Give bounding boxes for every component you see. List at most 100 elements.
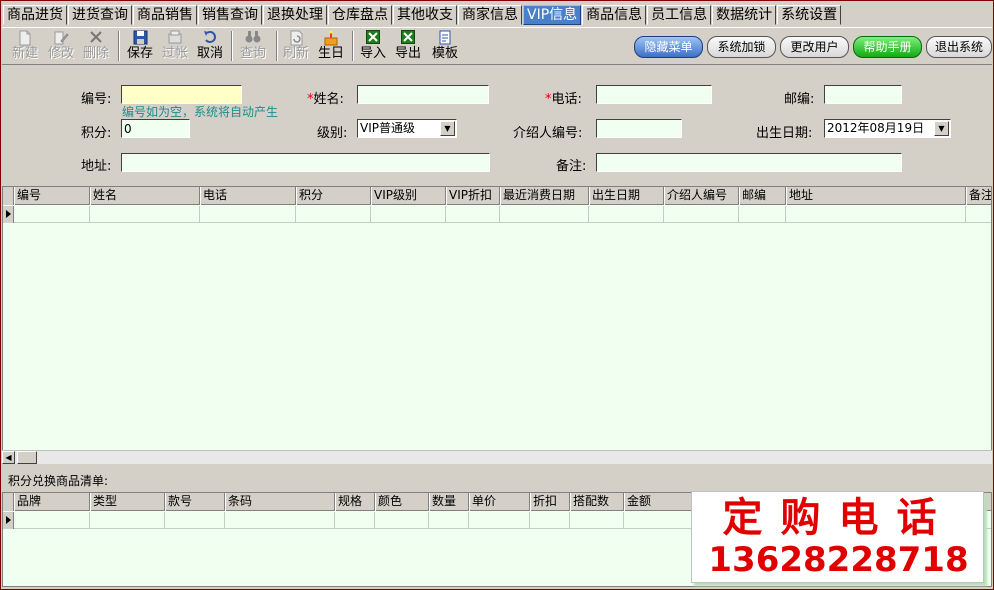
tab-purchase[interactable]: 商品进货 [3, 5, 67, 25]
col-header[interactable]: 品牌 [14, 493, 90, 511]
col-header[interactable]: 金额 [624, 493, 694, 511]
table-cell[interactable] [664, 206, 739, 223]
tab-returns[interactable]: 退换处理 [263, 5, 327, 25]
remark-field[interactable] [596, 153, 902, 172]
delete-button[interactable]: 删除 [81, 30, 111, 64]
tab-merchant-info[interactable]: 商家信息 [458, 5, 522, 25]
tab-sales-query[interactable]: 销售查询 [198, 5, 262, 25]
col-header[interactable]: 介绍人编号 [664, 187, 739, 205]
level-select[interactable]: VIP普通级 ▼ [357, 119, 457, 138]
table-cell[interactable] [966, 206, 991, 223]
table-cell[interactable] [90, 206, 200, 223]
table-cell[interactable] [530, 512, 570, 529]
tab-vip-info[interactable]: VIP信息 [523, 5, 582, 25]
table-cell[interactable] [500, 206, 589, 223]
table-cell[interactable] [14, 206, 90, 223]
tab-settings[interactable]: 系统设置 [777, 5, 842, 25]
col-header[interactable]: 类型 [90, 493, 165, 511]
delete-x-icon [81, 30, 111, 47]
table-cell[interactable] [570, 512, 624, 529]
tab-staff-info[interactable]: 员工信息 [647, 5, 712, 25]
col-header[interactable]: 最近消费日期 [500, 187, 589, 205]
zip-field[interactable] [824, 85, 902, 104]
row-pointer-icon [6, 210, 11, 218]
template-button[interactable]: 模板 [429, 30, 461, 64]
table-row[interactable] [3, 206, 991, 223]
import-button[interactable]: 导入 [358, 30, 388, 64]
table-cell[interactable] [200, 206, 296, 223]
col-header[interactable]: 地址 [786, 187, 966, 205]
new-button[interactable]: 新建 [10, 30, 40, 64]
system-lock-button[interactable]: 系统加锁 [707, 36, 776, 58]
table-cell[interactable] [739, 206, 786, 223]
chevron-down-icon[interactable]: ▼ [934, 121, 949, 136]
address-field[interactable] [121, 153, 490, 172]
col-header[interactable]: 数量 [429, 493, 469, 511]
table-cell[interactable] [90, 512, 165, 529]
toolbar-separator [118, 31, 120, 61]
col-header[interactable]: 规格 [335, 493, 375, 511]
export-button[interactable]: 导出 [393, 30, 423, 64]
tab-other-income[interactable]: 其他收支 [393, 5, 457, 25]
table-cell[interactable] [225, 512, 335, 529]
scroll-left-icon[interactable]: ◀ [2, 451, 15, 464]
col-header[interactable]: 款号 [165, 493, 225, 511]
table-cell[interactable] [429, 512, 469, 529]
table-cell[interactable] [14, 512, 90, 529]
points-field[interactable] [121, 119, 190, 138]
referrer-field[interactable] [596, 119, 682, 138]
col-header[interactable]: 积分 [296, 187, 371, 205]
col-header[interactable]: 搭配数 [570, 493, 624, 511]
tab-product-info[interactable]: 商品信息 [582, 5, 647, 25]
phone-field[interactable] [596, 85, 712, 104]
exit-system-button[interactable]: 退出系统 [926, 36, 992, 58]
tab-statistics[interactable]: 数据统计 [712, 5, 777, 25]
table-cell[interactable] [446, 206, 500, 223]
table-cell[interactable] [296, 206, 371, 223]
id-field[interactable] [121, 85, 242, 104]
help-manual-button[interactable]: 帮助手册 [853, 36, 922, 58]
col-header[interactable]: 备注 [966, 187, 991, 205]
hotline-number: 13628228718 [708, 540, 969, 580]
tab-sales[interactable]: 商品销售 [133, 5, 197, 25]
tab-inventory[interactable]: 仓库盘点 [328, 5, 392, 25]
col-header[interactable]: 电话 [200, 187, 296, 205]
chevron-down-icon[interactable]: ▼ [440, 121, 455, 136]
col-header[interactable]: 颜色 [375, 493, 429, 511]
col-header[interactable]: VIP折扣 [446, 187, 500, 205]
col-header[interactable]: 折扣 [530, 493, 570, 511]
horizontal-scrollbar[interactable]: ◀ [2, 450, 992, 464]
birthday-button[interactable]: 生日 [316, 30, 346, 64]
col-header[interactable]: 编号 [14, 187, 90, 205]
col-header[interactable]: 条码 [225, 493, 335, 511]
vip-table[interactable]: 编号 姓名 电话 积分 VIP级别 VIP折扣 最近消费日期 出生日期 介绍人编… [2, 186, 992, 451]
query-button[interactable]: 查询 [237, 30, 269, 64]
post-button[interactable]: 过帐 [160, 30, 190, 64]
cancel-button[interactable]: 取消 [195, 30, 225, 64]
change-user-button[interactable]: 更改用户 [780, 36, 849, 58]
table-cell[interactable] [589, 206, 664, 223]
col-header[interactable]: VIP级别 [371, 187, 446, 205]
table-cell[interactable] [165, 512, 225, 529]
row-indicator-header [3, 187, 14, 205]
table-cell[interactable] [375, 512, 429, 529]
table-cell[interactable] [624, 512, 694, 529]
table-cell[interactable] [469, 512, 530, 529]
toolbar-separator [352, 31, 354, 61]
col-header[interactable]: 单价 [469, 493, 530, 511]
toolbar: 新建 修改 删除 保存 过帐 取消 查询 刷新 生日 导入 导出 模板 隐藏菜单… [2, 27, 992, 65]
col-header[interactable]: 邮编 [739, 187, 786, 205]
name-field[interactable] [357, 85, 489, 104]
table-cell[interactable] [371, 206, 446, 223]
edit-button[interactable]: 修改 [46, 30, 76, 64]
col-header[interactable]: 姓名 [90, 187, 200, 205]
scroll-thumb[interactable] [17, 451, 37, 464]
hide-menu-button[interactable]: 隐藏菜单 [634, 36, 703, 58]
save-button[interactable]: 保存 [124, 30, 156, 64]
table-cell[interactable] [335, 512, 375, 529]
refresh-button[interactable]: 刷新 [281, 30, 311, 64]
table-cell[interactable] [786, 206, 966, 223]
birth-date-picker[interactable]: 2012年08月19日 ▼ [824, 119, 951, 138]
tab-purchase-query[interactable]: 进货查询 [68, 5, 132, 25]
col-header[interactable]: 出生日期 [589, 187, 664, 205]
